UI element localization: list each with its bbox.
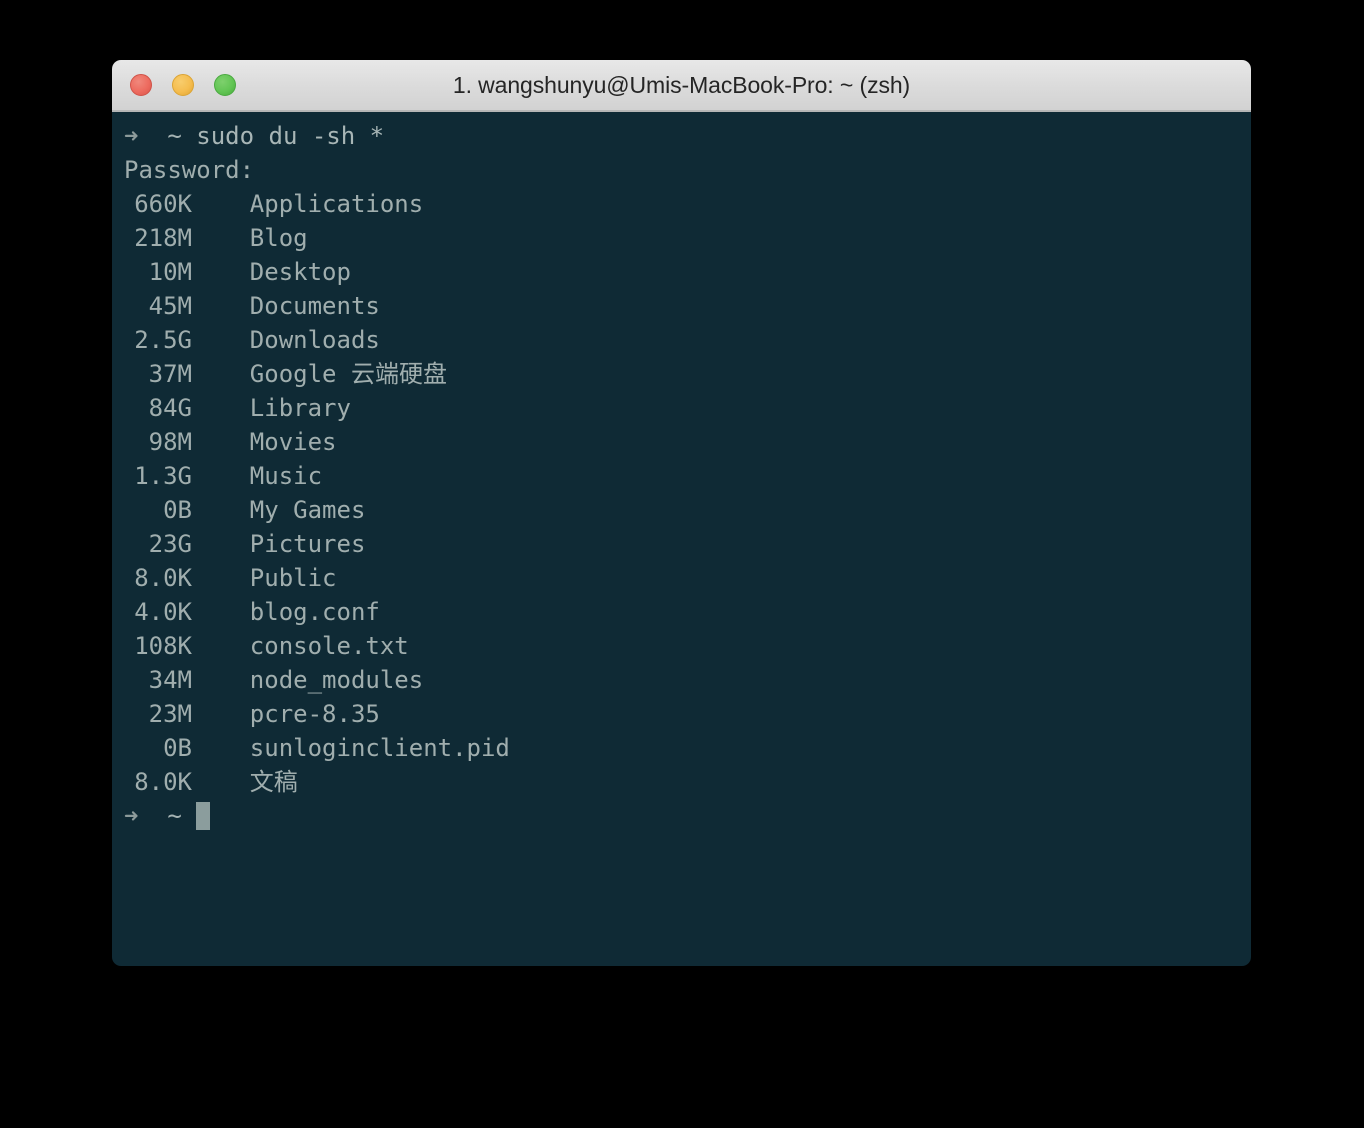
du-entry-size: 23M bbox=[148, 700, 192, 728]
du-entry-row: 8.0K Public bbox=[112, 561, 1251, 595]
du-output-list: 660K Applications 218M Blog 10M Desktop 45M… bbox=[112, 187, 1251, 799]
window-title: 1. wangshunyu@Umis-MacBook-Pro: ~ (zsh) bbox=[452, 72, 911, 98]
du-entry-row: 45M Documents bbox=[112, 289, 1251, 323]
du-entry-size: 8.0K bbox=[134, 564, 192, 592]
du-entry-size: 8.0K bbox=[134, 768, 192, 796]
du-entry-name: Movies bbox=[249, 428, 337, 456]
du-entry-name: console.txt bbox=[249, 632, 409, 660]
command-text: sudo du -sh * bbox=[196, 122, 385, 150]
prompt-path: ~ bbox=[167, 802, 182, 830]
du-entry-name: Library bbox=[249, 394, 351, 422]
du-entry-row: 108K console.txt bbox=[112, 629, 1251, 663]
du-entry-row: 1.3G Music bbox=[112, 459, 1251, 493]
du-entry-name: Downloads bbox=[249, 326, 380, 354]
du-entry-row: 4.0K blog.conf bbox=[112, 595, 1251, 629]
du-entry-name: Public bbox=[249, 564, 337, 592]
du-entry-size: 10M bbox=[148, 258, 192, 286]
du-entry-row: 8.0K 文稿 bbox=[112, 765, 1251, 799]
du-entry-row: 660K Applications bbox=[112, 187, 1251, 221]
du-entry-row: 0B sunloginclient.pid bbox=[112, 731, 1251, 765]
prompt-arrow-icon: ➜ bbox=[124, 802, 139, 830]
du-entry-size: 108K bbox=[134, 632, 192, 660]
command-line: ➜ ~ sudo du -sh * bbox=[112, 119, 1251, 153]
du-entry-name: Desktop bbox=[249, 258, 351, 286]
du-entry-size: 0B bbox=[163, 496, 192, 524]
du-entry-name: Google 云端硬盘 bbox=[249, 360, 447, 388]
du-entry-row: 0B My Games bbox=[112, 493, 1251, 527]
du-entry-name: Music bbox=[249, 462, 323, 490]
du-entry-size: 34M bbox=[148, 666, 192, 694]
password-prompt-line: Password: bbox=[112, 153, 1251, 187]
du-entry-size: 660K bbox=[134, 190, 192, 218]
du-entry-size: 4.0K bbox=[134, 598, 192, 626]
title-bar[interactable]: 1. wangshunyu@Umis-MacBook-Pro: ~ (zsh) bbox=[112, 60, 1251, 112]
du-entry-name: sunloginclient.pid bbox=[249, 734, 510, 762]
password-prompt-text: Password: bbox=[124, 156, 255, 184]
du-entry-row: 34M node_modules bbox=[112, 663, 1251, 697]
du-entry-name: My Games bbox=[249, 496, 366, 524]
du-entry-size: 0B bbox=[163, 734, 192, 762]
du-entry-row: 2.5G Downloads bbox=[112, 323, 1251, 357]
du-entry-row: 98M Movies bbox=[112, 425, 1251, 459]
prompt-arrow-icon: ➜ bbox=[124, 122, 139, 150]
du-entry-size: 45M bbox=[148, 292, 192, 320]
du-entry-name: 文稿 bbox=[249, 768, 298, 796]
du-entry-size: 23G bbox=[148, 530, 192, 558]
du-entry-size: 2.5G bbox=[134, 326, 192, 354]
du-entry-size: 98M bbox=[148, 428, 192, 456]
du-entry-size: 1.3G bbox=[134, 462, 192, 490]
final-prompt-line: ➜ ~ bbox=[112, 799, 1251, 833]
du-entry-size: 84G bbox=[148, 394, 192, 422]
du-entry-name: blog.conf bbox=[249, 598, 380, 626]
du-entry-size: 37M bbox=[148, 360, 192, 388]
screen: 1. wangshunyu@Umis-MacBook-Pro: ~ (zsh) … bbox=[0, 0, 1364, 1128]
du-entry-row: 37M Google 云端硬盘 bbox=[112, 357, 1251, 391]
du-entry-size: 218M bbox=[134, 224, 192, 252]
du-entry-row: 84G Library bbox=[112, 391, 1251, 425]
terminal-output-area[interactable]: ➜ ~ sudo du -sh * Password: 660K Applica… bbox=[112, 112, 1251, 966]
du-entry-name: node_modules bbox=[249, 666, 424, 694]
prompt-path: ~ bbox=[167, 122, 182, 150]
du-entry-name: Documents bbox=[249, 292, 380, 320]
du-entry-row: 23G Pictures bbox=[112, 527, 1251, 561]
du-entry-row: 23M pcre-8.35 bbox=[112, 697, 1251, 731]
du-entry-row: 10M Desktop bbox=[112, 255, 1251, 289]
du-entry-name: Pictures bbox=[249, 530, 366, 558]
du-entry-name: Applications bbox=[249, 190, 424, 218]
du-entry-name: Blog bbox=[249, 224, 308, 252]
du-entry-name: pcre-8.35 bbox=[249, 700, 380, 728]
text-cursor bbox=[196, 802, 211, 830]
terminal-window: 1. wangshunyu@Umis-MacBook-Pro: ~ (zsh) … bbox=[112, 60, 1251, 966]
du-entry-row: 218M Blog bbox=[112, 221, 1251, 255]
